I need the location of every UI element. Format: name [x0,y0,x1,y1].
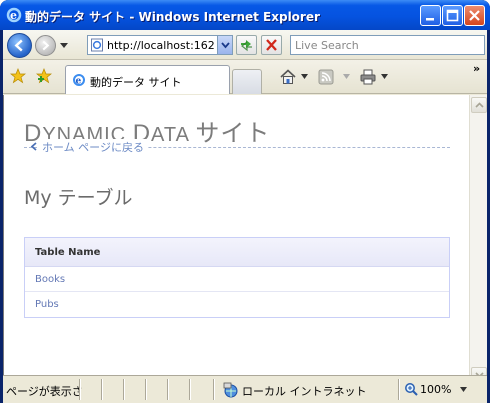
grid-body: Books Pubs [25,267,449,317]
status-divider [167,379,169,400]
status-divider [213,379,215,400]
history-dropdown-icon[interactable] [59,40,69,50]
scroll-up-button[interactable] [471,97,487,113]
back-arrow-icon[interactable] [30,142,38,151]
refresh-icon [241,40,252,52]
table-link[interactable]: Books [35,274,65,285]
close-button[interactable] [464,5,485,26]
maximize-button[interactable] [442,5,463,26]
address-dropdown-button[interactable] [217,36,232,54]
table-row: Books [25,267,449,292]
rss-feed-icon[interactable] [317,68,335,86]
security-zone-label[interactable]: ローカル イントラネット [242,383,367,399]
column-header-table-name[interactable]: Table Name [35,247,100,258]
status-divider [79,379,81,400]
printer-icon[interactable] [359,68,377,86]
status-divider [145,379,147,400]
page-viewport: DYNAMIC DATA サイト ホーム ページに戻る My テーブル Tabl… [3,95,469,385]
site-title-part: サイト [195,120,271,147]
arrow-left-icon [14,39,23,52]
back-button[interactable] [7,33,32,58]
browser-window: e 動的データ サイト - Windows Internet Explorer [0,0,490,403]
grid-header: Table Name [25,238,449,267]
home-dropdown-icon[interactable] [301,74,308,79]
window-title: 動的データ サイト - Windows Internet Explorer [25,10,320,24]
toolbar-overflow-chevron[interactable]: » [473,62,480,75]
back-to-home-link[interactable]: ホーム ページに戻る [38,139,148,155]
chevron-down-icon [221,42,230,49]
zoom-level[interactable]: 100% [420,383,451,396]
svg-text:e: e [10,9,17,22]
vertical-scrollbar[interactable] [469,95,487,385]
navigation-bar: http://localhost:1629 Live Search [3,30,487,60]
status-text: ページが表示さ [6,385,83,398]
stop-button[interactable] [261,35,282,55]
status-bar: ページが表示さ ローカル イントラネット 100% [3,375,487,403]
zoom-dropdown-icon[interactable] [460,387,467,392]
tab-label: 動的データ サイト [90,76,182,89]
status-divider [123,379,125,400]
stop-icon [266,39,277,51]
minimize-button[interactable] [420,5,441,26]
search-placeholder[interactable]: Live Search [295,39,359,52]
status-divider [398,379,400,400]
feed-dropdown-icon[interactable] [343,74,350,79]
favorites-star-icon[interactable] [10,68,26,84]
intranet-zone-icon[interactable] [223,382,239,398]
add-favorite-icon[interactable] [36,68,52,84]
address-text[interactable]: http://localhost:1629 [107,39,215,52]
zoom-icon[interactable] [404,382,418,396]
refresh-button[interactable] [236,35,257,55]
ie-logo-icon: e [6,7,22,23]
new-tab-button[interactable] [232,69,262,94]
page-icon [91,38,103,52]
chevron-up-icon [475,102,484,108]
print-dropdown-icon[interactable] [381,74,388,79]
table-link[interactable]: Pubs [35,299,59,310]
tab-bar: e 動的データ サイト » [3,60,487,94]
arrow-right-icon [42,40,50,51]
address-field[interactable]: http://localhost:1629 [87,35,233,55]
browser-client: http://localhost:1629 Live Search e 動的デー… [3,30,487,403]
search-box[interactable]: Live Search [290,35,485,55]
tab-dynamic-data-site[interactable]: e 動的データ サイト [65,65,230,94]
home-icon[interactable] [279,68,297,86]
table-row: Pubs [25,292,449,317]
forward-button[interactable] [35,35,56,56]
status-divider [189,379,191,400]
svg-text:e: e [76,77,82,87]
status-divider [101,379,103,400]
site-title-part: ATA [151,124,196,146]
ie-page-icon: e [73,74,85,87]
page-heading: My テーブル [24,187,133,209]
tables-grid: Table Name Books Pubs [24,237,450,318]
title-bar[interactable]: e 動的データ サイト - Windows Internet Explorer [0,0,490,30]
